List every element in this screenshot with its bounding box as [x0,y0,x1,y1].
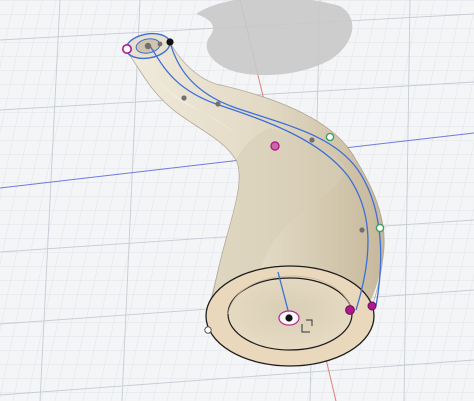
3d-canvas-viewport[interactable] [0,0,474,401]
path-endpoint[interactable] [166,38,174,46]
control-point [309,137,315,143]
control-point [157,41,163,47]
control-point [181,95,187,101]
control-point [144,42,152,50]
origin-icon[interactable] [278,310,300,326]
control-point [359,227,365,233]
canvas-svg[interactable] [0,0,474,401]
control-point [215,101,221,107]
profile-open-point[interactable] [204,326,212,334]
